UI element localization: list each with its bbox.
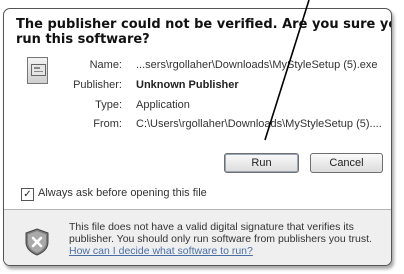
from-label: From: xyxy=(93,118,122,130)
from-value: C:\Users\rgollaher\Downloads\MyStyleSetu… xyxy=(136,118,382,130)
publisher-label: Publisher: xyxy=(73,79,122,91)
warning-footer: This file does not have a valid digital … xyxy=(4,209,391,265)
name-label: Name: xyxy=(89,59,122,71)
heading-line-2: run this software? xyxy=(16,32,150,47)
security-warning-dialog: The publisher could not be verified. Are… xyxy=(3,8,392,266)
type-label: Type: xyxy=(95,99,122,111)
warning-line-2: publisher. You should only run software … xyxy=(69,233,372,245)
heading-line-1: The publisher could not be verified. Are… xyxy=(16,17,391,32)
signature-warning-text: This file does not have a valid digital … xyxy=(69,221,389,245)
cancel-button[interactable]: Cancel xyxy=(310,153,383,173)
type-value: Application xyxy=(136,99,190,111)
always-ask-label[interactable]: Always ask before opening this file xyxy=(38,187,207,199)
name-value: ...sers\rgollaher\Downloads\MyStyleSetup… xyxy=(136,59,378,71)
help-link[interactable]: How can I decide what software to run? xyxy=(69,245,253,257)
warning-line-1: This file does not have a valid digital … xyxy=(69,221,354,233)
dialog-heading: The publisher could not be verified. Are… xyxy=(16,17,391,47)
always-ask-checkbox[interactable]: ✓ xyxy=(21,188,34,201)
security-shield-icon xyxy=(25,228,49,256)
run-button[interactable]: Run xyxy=(224,153,299,173)
publisher-value: Unknown Publisher xyxy=(136,79,239,91)
